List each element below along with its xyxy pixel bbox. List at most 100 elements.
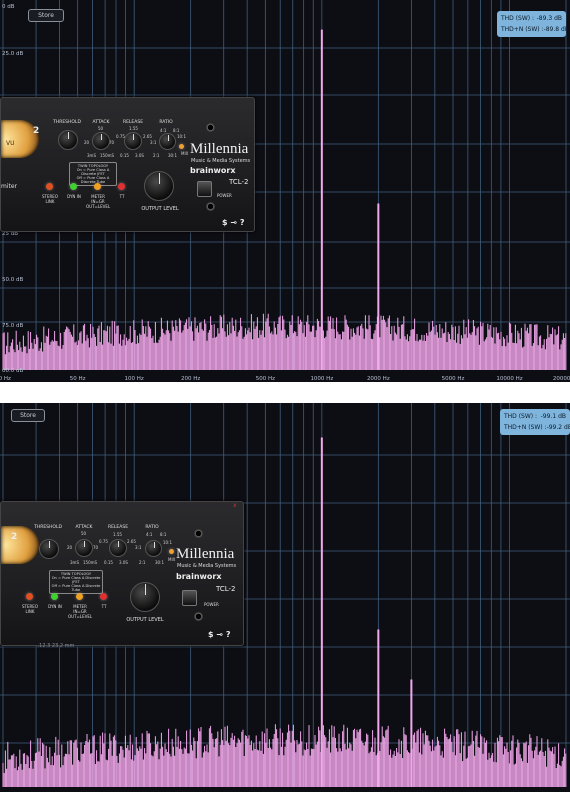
freq-label: 1000 Hz bbox=[310, 376, 333, 382]
release-range-hi: 3.0S bbox=[119, 560, 128, 565]
model-name: TCL-2 bbox=[229, 178, 249, 186]
compressor-plugin-window[interactable]: x 2 THRESHOLD ATTACK 50 20 70 3mS 150mS … bbox=[0, 501, 244, 646]
overlay-text: ..12.3 23.2 mm bbox=[36, 643, 75, 649]
attack-min: 20 bbox=[84, 140, 90, 145]
channel-number: 2 bbox=[33, 126, 40, 136]
brand-subtitle: Music & Media Systems bbox=[191, 158, 251, 164]
dyn-in-label: DYN IN bbox=[67, 194, 81, 199]
meter-sub2-label: OUT=LEVEL bbox=[86, 204, 111, 209]
freq-label: 20 Hz bbox=[0, 376, 11, 382]
tt-led[interactable] bbox=[118, 183, 125, 190]
twin-line2: Off = Pure Class A Discrete Tube bbox=[51, 584, 101, 592]
stereo-link-label: STEREO LINK bbox=[42, 194, 58, 204]
db-label: 0 dB bbox=[2, 4, 15, 10]
meter-led[interactable] bbox=[76, 593, 83, 600]
ratio-knob[interactable] bbox=[145, 540, 162, 557]
release-range-lo: 0.15 bbox=[120, 153, 129, 158]
ratio-8-1: 8:1 bbox=[173, 128, 180, 133]
ratio-4-1: 4:1 bbox=[146, 532, 153, 537]
ratio-label: RATIO bbox=[159, 120, 173, 125]
threshold-knob[interactable] bbox=[58, 130, 78, 150]
output-level-knob[interactable] bbox=[130, 582, 160, 612]
ratio-10-1: 10:1 bbox=[177, 134, 186, 139]
release-min: 0.75 bbox=[99, 539, 108, 544]
tt-label: TT bbox=[101, 604, 107, 609]
output-level-knob[interactable] bbox=[144, 171, 174, 201]
output-jack bbox=[194, 612, 203, 621]
ratio-knob[interactable] bbox=[159, 133, 176, 150]
thd-value: -89.3 dB bbox=[536, 15, 562, 22]
attack-knob[interactable] bbox=[92, 132, 110, 150]
attack-range-lo: 3mS bbox=[70, 560, 79, 565]
freq-label: 20000 Hz bbox=[553, 376, 570, 382]
attack-range-lo: 3mS bbox=[87, 153, 96, 158]
freq-label: 500 Hz bbox=[256, 376, 275, 382]
freq-label: 10000 Hz bbox=[496, 376, 522, 382]
attack-value: 50 bbox=[98, 126, 104, 131]
thdn-label: THD+N (SW) : bbox=[504, 424, 547, 431]
thd-label: THD (SW) : bbox=[501, 15, 535, 22]
ratio-3-1: 3:1 bbox=[150, 140, 157, 145]
dyn-in-led[interactable] bbox=[70, 183, 77, 190]
power-switch[interactable] bbox=[182, 590, 197, 606]
stereo-link-led[interactable] bbox=[26, 593, 33, 600]
stereo-link-led[interactable] bbox=[46, 183, 53, 190]
compressor-plugin-window[interactable]: VU 2 miter THRESHOLD ATTACK 50 20 70 3mS… bbox=[0, 97, 255, 232]
meter-led[interactable] bbox=[94, 183, 101, 190]
top-analyzer-window: 20 Hz 50 Hz 100 Hz 200 Hz 500 Hz 1000 Hz 2000 … bbox=[0, 0, 570, 382]
thdn-value: -99.2 dB bbox=[546, 424, 570, 431]
db-label: 50.0 dB bbox=[2, 277, 23, 283]
thd-readout: THD (SW) : -89.3 dB THD+N (SW) : -89.8 dB bbox=[497, 11, 569, 37]
db-label: 00.0 dB bbox=[2, 368, 23, 374]
attack-knob[interactable] bbox=[75, 539, 93, 557]
ratio-10-1: 10:1 bbox=[163, 540, 172, 545]
brainworx-logo: brainworx bbox=[190, 166, 236, 175]
threshold-knob[interactable] bbox=[39, 539, 59, 559]
release-value: 1.55 bbox=[129, 126, 138, 131]
release-knob[interactable] bbox=[109, 539, 127, 557]
store-button[interactable]: Store bbox=[28, 9, 64, 22]
bottom-analyzer-window: Store THD (SW) : -99.1 dB THD+N (SW) : -99… bbox=[0, 403, 570, 792]
power-switch[interactable] bbox=[197, 181, 212, 197]
thd-value: -99.1 dB bbox=[540, 413, 566, 420]
store-button[interactable]: Store bbox=[11, 409, 45, 422]
ratio-2-1: 2:1 bbox=[139, 560, 146, 565]
brainworx-logo: brainworx bbox=[176, 572, 222, 581]
ratio-label: RATIO bbox=[145, 525, 159, 530]
power-label: POWER bbox=[217, 193, 232, 198]
ratio-30-1: 30:1 bbox=[168, 153, 177, 158]
release-max: 2.65 bbox=[143, 134, 152, 139]
input-jack bbox=[194, 529, 203, 538]
db-label: 25.0 dB bbox=[2, 51, 23, 57]
channel-number: 2 bbox=[11, 532, 18, 542]
input-jack bbox=[206, 123, 215, 132]
brand-logo: Millennia bbox=[190, 141, 249, 157]
tt-label: TT bbox=[119, 194, 125, 199]
ratio-30-1: 30:1 bbox=[155, 560, 164, 565]
ratio-8-1: 8:1 bbox=[160, 532, 167, 537]
release-knob[interactable] bbox=[124, 132, 142, 150]
twin-line1: On = Pure Class A Discrete JFET bbox=[76, 168, 110, 176]
close-icon[interactable]: x bbox=[233, 502, 237, 509]
meter-sub2-label: OUT=LEVEL bbox=[68, 614, 93, 619]
footer-icons[interactable]: $ ⊸ ? bbox=[208, 630, 230, 639]
ratio-3-1: 3:1 bbox=[135, 545, 142, 550]
dyn-in-led[interactable] bbox=[51, 593, 58, 600]
mix-label: MIX bbox=[168, 557, 176, 562]
noise-floor bbox=[2, 724, 567, 787]
twin-line2: Off = Pure Class A Discrete Tube bbox=[76, 176, 110, 184]
footer-icons[interactable]: $ ⊸ ? bbox=[222, 218, 244, 227]
release-value: 1.55 bbox=[113, 532, 122, 537]
db-label: 75.0 dB bbox=[2, 323, 23, 329]
vu-label: VU bbox=[6, 140, 15, 147]
dyn-in-label: DYN IN bbox=[48, 604, 62, 609]
brand-subtitle: Music & Media Systems bbox=[177, 563, 237, 569]
thdn-label: THD+N (SW) : bbox=[501, 26, 544, 33]
model-name: TCL-2 bbox=[216, 585, 236, 593]
freq-label: 200 Hz bbox=[181, 376, 200, 382]
freq-label: 5000 Hz bbox=[442, 376, 465, 382]
twin-line1: On = Pure Class A Discrete JFET bbox=[51, 576, 101, 584]
output-level-label: OUTPUT LEVEL bbox=[126, 617, 164, 623]
release-range-hi: 3.0S bbox=[135, 153, 144, 158]
tt-led[interactable] bbox=[100, 593, 107, 600]
